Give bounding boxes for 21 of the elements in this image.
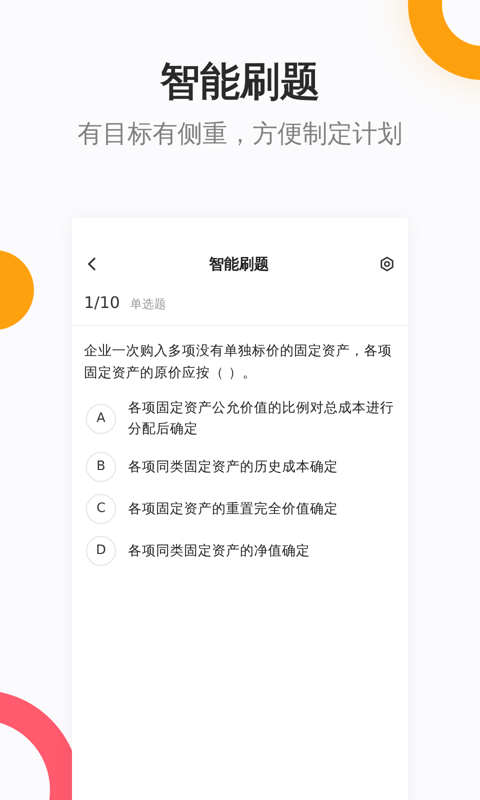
headline: 智能刷题 — [160, 58, 320, 106]
option-text: 各项同类固定资产的历史成本确定 — [128, 458, 339, 476]
answer-option[interactable]: A 各项固定资产公允价值的比例对总成本进行分配后确定 — [86, 398, 394, 440]
answer-option[interactable]: D 各项同类固定资产的净值确定 — [86, 536, 394, 566]
question-text: 企业一次购入多项没有单独标价的固定资产，各项固定资产的原价应按（ ）。 — [83, 342, 393, 383]
option-text: 各项固定资产的重置完全价值确定 — [128, 500, 339, 518]
answer-option[interactable]: B 各项同类固定资产的历史成本确定 — [86, 452, 394, 482]
answer-option[interactable]: C 各项固定资产的重置完全价值确定 — [86, 494, 394, 524]
back-icon — [87, 257, 97, 271]
screen-title: 智能刷题 — [209, 254, 269, 275]
option-letter: D — [86, 536, 116, 566]
option-text: 各项同类固定资产的净值确定 — [128, 542, 311, 560]
subtitle: 有目标有侧重，方便制定计划 — [78, 118, 402, 150]
settings-button[interactable] — [378, 255, 396, 273]
settings-icon — [379, 256, 395, 272]
option-text: 各项固定资产公允价值的比例对总成本进行分配后确定 — [128, 399, 394, 439]
question-type: 单选题 — [130, 296, 166, 313]
option-letter: B — [86, 452, 116, 482]
question-counter: 1/10 — [84, 292, 120, 314]
option-letter: C — [86, 494, 116, 524]
option-letter: A — [86, 404, 116, 434]
